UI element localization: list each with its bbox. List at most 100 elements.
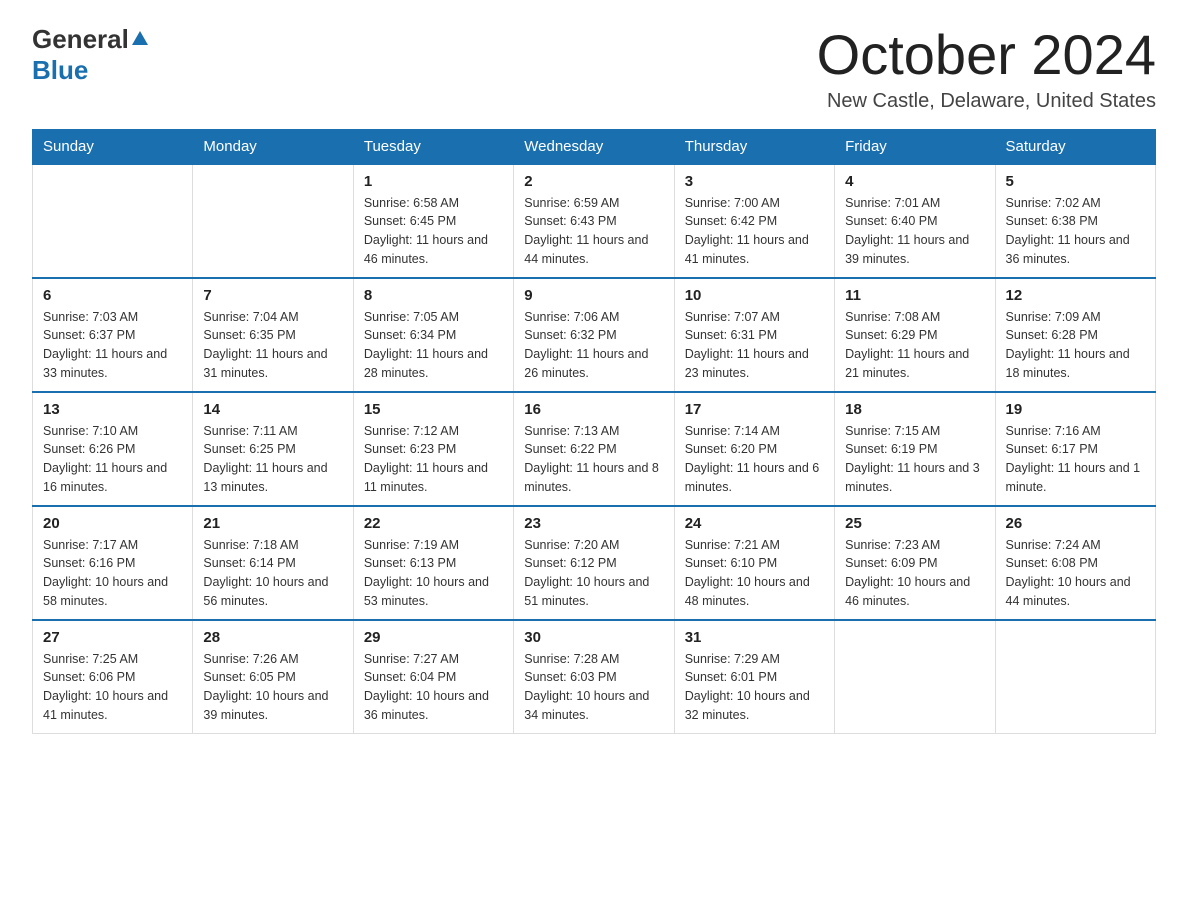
table-row: 15Sunrise: 7:12 AMSunset: 6:23 PMDayligh… [353, 392, 513, 506]
day-info: Sunrise: 7:09 AMSunset: 6:28 PMDaylight:… [1006, 308, 1145, 383]
day-info: Sunrise: 7:05 AMSunset: 6:34 PMDaylight:… [364, 308, 503, 383]
table-row: 24 Sunrise: 7:21 AMSunset: 6:10 PMDayligh… [674, 506, 834, 620]
day-number: 6 [43, 287, 182, 304]
day-number: 24 [685, 515, 824, 532]
day-number: 1 [364, 173, 503, 190]
day-info: Sunrise: 7:21 AMSunset: 6:10 PMDaylight:… [685, 536, 824, 611]
table-row: 30 Sunrise: 7:28 AMSunset: 6:03 PMDayligh… [514, 620, 674, 734]
header-thursday: Thursday [674, 129, 834, 164]
day-number: 13 [43, 401, 182, 418]
table-row: 14 Sunrise: 7:11 AMSunset: 6:25 PMDayligh… [193, 392, 353, 506]
header-friday: Friday [835, 129, 995, 164]
table-row: 3 Sunrise: 7:00 AMSunset: 6:42 PMDaylight… [674, 164, 834, 278]
day-number: 9 [524, 287, 663, 304]
day-info: Sunrise: 6:59 AMSunset: 6:43 PMDaylight:… [524, 194, 663, 269]
table-row [835, 620, 995, 734]
day-info: Sunrise: 7:00 AMSunset: 6:42 PMDaylight:… [685, 194, 824, 269]
day-info: Sunrise: 7:11 AMSunset: 6:25 PMDaylight:… [203, 422, 342, 497]
table-row: 6 Sunrise: 7:03 AMSunset: 6:37 PMDaylight… [33, 278, 193, 392]
day-info: Sunrise: 7:18 AMSunset: 6:14 PMDaylight:… [203, 536, 342, 611]
table-row: 11 Sunrise: 7:08 AMSunset: 6:29 PMDayligh… [835, 278, 995, 392]
day-info: Sunrise: 7:10 AMSunset: 6:26 PMDaylight:… [43, 422, 182, 497]
day-number: 7 [203, 287, 342, 304]
table-row: 8 Sunrise: 7:05 AMSunset: 6:34 PMDaylight… [353, 278, 513, 392]
day-number: 16 [524, 401, 663, 418]
day-number: 11 [845, 287, 984, 304]
table-row: 27 Sunrise: 7:25 AMSunset: 6:06 PMDayligh… [33, 620, 193, 734]
title-area: October 2024 New Castle, Delaware, Unite… [817, 24, 1156, 113]
calendar-table: Sunday Monday Tuesday Wednesday Thursday… [32, 129, 1156, 734]
table-row [995, 620, 1155, 734]
table-row: 1 Sunrise: 6:58 AMSunset: 6:45 PMDaylight… [353, 164, 513, 278]
day-number: 17 [685, 401, 824, 418]
table-row: 31Sunrise: 7:29 AMSunset: 6:01 PMDayligh… [674, 620, 834, 734]
table-row: 22Sunrise: 7:19 AMSunset: 6:13 PMDayligh… [353, 506, 513, 620]
day-info: Sunrise: 7:15 AMSunset: 6:19 PMDaylight:… [845, 422, 984, 497]
day-number: 23 [524, 515, 663, 532]
day-info: Sunrise: 7:14 AMSunset: 6:20 PMDaylight:… [685, 422, 824, 497]
day-info: Sunrise: 7:27 AMSunset: 6:04 PMDaylight:… [364, 650, 503, 725]
day-number: 18 [845, 401, 984, 418]
header-monday: Monday [193, 129, 353, 164]
calendar-header-row: Sunday Monday Tuesday Wednesday Thursday… [33, 129, 1156, 164]
day-info: Sunrise: 7:25 AMSunset: 6:06 PMDaylight:… [43, 650, 182, 725]
day-info: Sunrise: 7:28 AMSunset: 6:03 PMDaylight:… [524, 650, 663, 725]
day-info: Sunrise: 6:58 AMSunset: 6:45 PMDaylight:… [364, 194, 503, 269]
table-row: 13 Sunrise: 7:10 AMSunset: 6:26 PMDayligh… [33, 392, 193, 506]
table-row: 4Sunrise: 7:01 AMSunset: 6:40 PMDaylight… [835, 164, 995, 278]
day-number: 29 [364, 629, 503, 646]
day-number: 14 [203, 401, 342, 418]
day-number: 12 [1006, 287, 1145, 304]
table-row: 29 Sunrise: 7:27 AMSunset: 6:04 PMDayligh… [353, 620, 513, 734]
page-header: General Blue October 2024 New Castle, De… [32, 24, 1156, 113]
table-row: 2 Sunrise: 6:59 AMSunset: 6:43 PMDaylight… [514, 164, 674, 278]
day-number: 5 [1006, 173, 1145, 190]
day-number: 20 [43, 515, 182, 532]
day-number: 27 [43, 629, 182, 646]
table-row [33, 164, 193, 278]
day-number: 8 [364, 287, 503, 304]
day-info: Sunrise: 7:12 AMSunset: 6:23 PMDaylight:… [364, 422, 503, 497]
table-row: 25Sunrise: 7:23 AMSunset: 6:09 PMDayligh… [835, 506, 995, 620]
table-row: 5Sunrise: 7:02 AMSunset: 6:38 PMDaylight… [995, 164, 1155, 278]
calendar-week-row: 6 Sunrise: 7:03 AMSunset: 6:37 PMDaylight… [33, 278, 1156, 392]
day-number: 28 [203, 629, 342, 646]
calendar-week-row: 20 Sunrise: 7:17 AMSunset: 6:16 PMDayligh… [33, 506, 1156, 620]
header-wednesday: Wednesday [514, 129, 674, 164]
day-number: 21 [203, 515, 342, 532]
header-saturday: Saturday [995, 129, 1155, 164]
day-info: Sunrise: 7:06 AMSunset: 6:32 PMDaylight:… [524, 308, 663, 383]
day-info: Sunrise: 7:26 AMSunset: 6:05 PMDaylight:… [203, 650, 342, 725]
table-row: 28 Sunrise: 7:26 AMSunset: 6:05 PMDayligh… [193, 620, 353, 734]
month-title: October 2024 [817, 24, 1156, 86]
table-row: 16 Sunrise: 7:13 AMSunset: 6:22 PMDayligh… [514, 392, 674, 506]
day-number: 22 [364, 515, 503, 532]
table-row: 19 Sunrise: 7:16 AMSunset: 6:17 PMDayligh… [995, 392, 1155, 506]
table-row: 23 Sunrise: 7:20 AMSunset: 6:12 PMDayligh… [514, 506, 674, 620]
header-tuesday: Tuesday [353, 129, 513, 164]
table-row: 20 Sunrise: 7:17 AMSunset: 6:16 PMDayligh… [33, 506, 193, 620]
day-number: 2 [524, 173, 663, 190]
table-row: 18 Sunrise: 7:15 AMSunset: 6:19 PMDayligh… [835, 392, 995, 506]
day-info: Sunrise: 7:17 AMSunset: 6:16 PMDaylight:… [43, 536, 182, 611]
day-number: 19 [1006, 401, 1145, 418]
day-number: 30 [524, 629, 663, 646]
day-info: Sunrise: 7:20 AMSunset: 6:12 PMDaylight:… [524, 536, 663, 611]
table-row: 12 Sunrise: 7:09 AMSunset: 6:28 PMDayligh… [995, 278, 1155, 392]
location-subtitle: New Castle, Delaware, United States [817, 90, 1156, 113]
day-info: Sunrise: 7:13 AMSunset: 6:22 PMDaylight:… [524, 422, 663, 497]
day-info: Sunrise: 7:03 AMSunset: 6:37 PMDaylight:… [43, 308, 182, 383]
day-info: Sunrise: 7:16 AMSunset: 6:17 PMDaylight:… [1006, 422, 1145, 497]
logo: General Blue [32, 24, 149, 86]
day-info: Sunrise: 7:08 AMSunset: 6:29 PMDaylight:… [845, 308, 984, 383]
day-number: 25 [845, 515, 984, 532]
day-number: 10 [685, 287, 824, 304]
day-info: Sunrise: 7:01 AMSunset: 6:40 PMDaylight:… [845, 194, 984, 269]
day-info: Sunrise: 7:29 AMSunset: 6:01 PMDaylight:… [685, 650, 824, 725]
table-row: 21 Sunrise: 7:18 AMSunset: 6:14 PMDayligh… [193, 506, 353, 620]
day-info: Sunrise: 7:04 AMSunset: 6:35 PMDaylight:… [203, 308, 342, 383]
logo-blue-text: Blue [32, 55, 88, 85]
table-row [193, 164, 353, 278]
day-info: Sunrise: 7:24 AMSunset: 6:08 PMDaylight:… [1006, 536, 1145, 611]
day-number: 3 [685, 173, 824, 190]
